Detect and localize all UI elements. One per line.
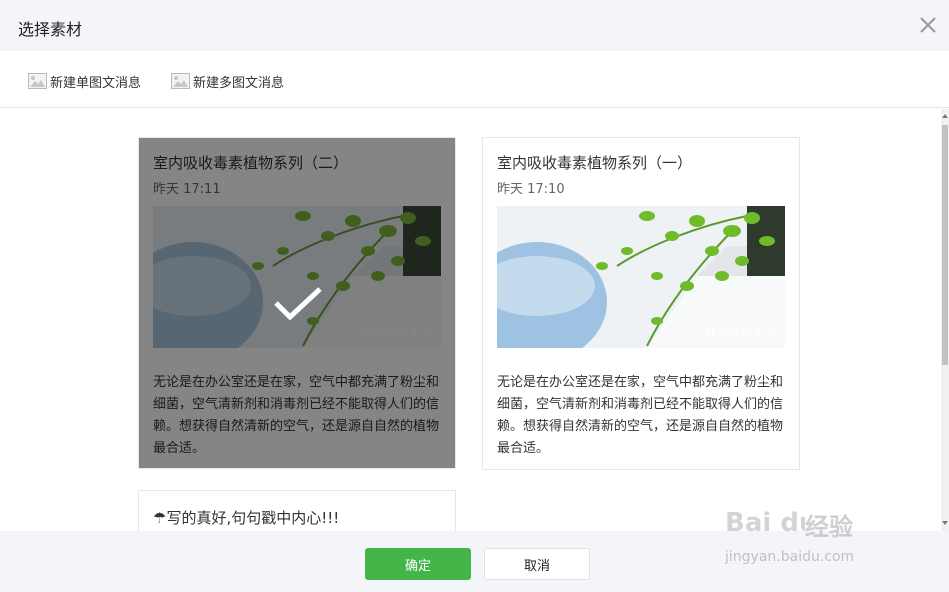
scrollbar-thumb[interactable] (942, 125, 948, 365)
card-title: ☂写的真好,句句戳中内心!!! (153, 509, 340, 527)
dialog-footer: 确定 取消 (0, 531, 949, 592)
card-description: 无论是在办公室还是在家，空气中都充满了粉尘和细菌，空气清新剂和消毒剂已经不能取得… (497, 375, 784, 456)
card-cover-image: 我爱优质生活 (497, 206, 785, 348)
new-single-article-button[interactable]: 新建单图文消息 (28, 71, 141, 91)
vertical-scrollbar[interactable] (941, 109, 949, 531)
scroll-up-icon[interactable] (942, 114, 948, 118)
cancel-button[interactable]: 取消 (484, 548, 590, 580)
material-card[interactable]: 室内吸收毒素植物系列（一） 昨天 17:10 我爱优质生活 无论是在办公室还是在… (482, 137, 800, 470)
material-list: 室内吸收毒素植物系列（二） 昨天 17:11 我爱优质生活 无论是在办公室还是在… (0, 109, 949, 531)
card-title: 室内吸收毒素植物系列（一） (497, 154, 693, 172)
checkmark-icon (274, 287, 322, 321)
scroll-down-icon[interactable] (942, 521, 948, 525)
card-time: 昨天 17:10 (497, 182, 565, 197)
cover-watermark: 我爱优质生活 (704, 325, 777, 339)
dialog-title: 选择素材 (18, 20, 83, 39)
material-card[interactable]: ☂写的真好,句句戳中内心!!! (138, 490, 456, 531)
new-multi-article-label: 新建多图文消息 (193, 75, 285, 91)
confirm-button[interactable]: 确定 (365, 548, 471, 580)
new-multi-article-button[interactable]: 新建多图文消息 (171, 71, 284, 91)
material-card[interactable]: 室内吸收毒素植物系列（二） 昨天 17:11 我爱优质生活 无论是在办公室还是在… (138, 137, 456, 469)
dialog-header: 选择素材 (0, 0, 949, 51)
toolbar: 新建单图文消息 新建多图文消息 (0, 51, 949, 108)
new-single-article-label: 新建单图文消息 (50, 75, 142, 91)
image-icon (171, 73, 190, 89)
select-material-dialog: 选择素材 新建单图文消息 新建多图文消息 室内吸收毒素植物系列（二） 昨天 17… (0, 0, 949, 592)
image-icon (28, 73, 47, 89)
close-icon[interactable] (917, 14, 939, 36)
